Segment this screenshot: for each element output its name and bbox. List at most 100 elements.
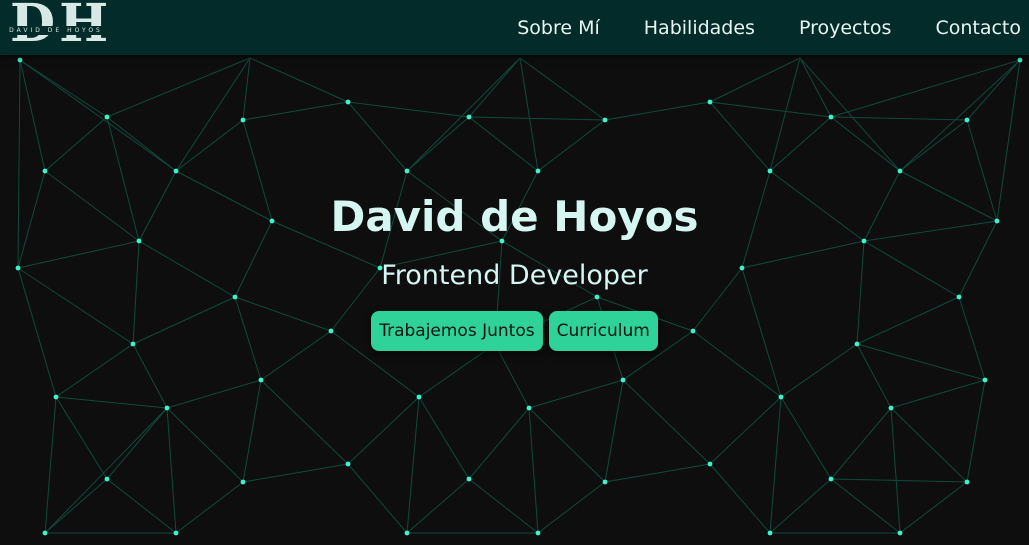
network-link	[709, 101, 832, 118]
curriculum-button[interactable]: Curriculum	[548, 311, 658, 351]
network-node	[164, 405, 170, 411]
main-nav: Sobre Mí Habilidades Proyectos Contacto	[517, 0, 1021, 55]
network-node	[767, 168, 773, 174]
network-link	[830, 116, 901, 172]
network-link	[242, 463, 349, 483]
network-node	[526, 405, 532, 411]
network-link	[966, 379, 986, 483]
network-link	[242, 379, 262, 483]
network-node	[258, 377, 264, 383]
network-link	[537, 119, 606, 172]
network-node	[240, 479, 246, 485]
network-link	[418, 396, 470, 480]
network-link	[175, 119, 244, 172]
network-link	[468, 116, 606, 121]
network-link	[830, 478, 968, 483]
network-link	[519, 57, 606, 121]
network-link	[830, 478, 901, 534]
work-together-button[interactable]: Trabajemos Juntos	[371, 311, 543, 351]
network-node	[778, 394, 784, 400]
network-node	[173, 168, 179, 174]
network-node	[897, 530, 903, 536]
network-link	[19, 59, 108, 118]
network-link	[347, 396, 420, 465]
network-link	[856, 343, 892, 409]
network-link	[55, 396, 108, 480]
network-link	[780, 396, 832, 480]
nav-link-contacto[interactable]: Contacto	[935, 17, 1021, 39]
network-link	[406, 116, 470, 172]
network-link	[175, 481, 244, 534]
network-link	[468, 116, 539, 172]
network-link	[44, 478, 108, 534]
network-link	[44, 396, 57, 534]
network-node	[707, 99, 713, 105]
network-link	[537, 481, 606, 534]
network-link	[406, 57, 521, 172]
network-link	[769, 57, 801, 172]
network-link	[468, 478, 539, 534]
network-link	[347, 101, 470, 118]
network-link	[19, 59, 46, 172]
network-link	[347, 101, 408, 172]
network-node	[1017, 57, 1023, 63]
network-link	[799, 57, 901, 172]
network-link	[106, 116, 177, 172]
network-node	[964, 479, 970, 485]
network-link	[899, 59, 1021, 172]
network-node	[767, 530, 773, 536]
hero-buttons: Trabajemos Juntos Curriculum	[0, 311, 1029, 351]
network-link	[899, 119, 968, 172]
network-node	[345, 461, 351, 467]
network-link	[468, 407, 530, 480]
network-link	[830, 407, 892, 480]
network-link	[830, 116, 968, 121]
network-link	[242, 101, 349, 121]
network-node	[602, 117, 608, 123]
network-node	[602, 479, 608, 485]
network-node	[416, 394, 422, 400]
network-link	[132, 343, 168, 409]
network-node	[53, 394, 59, 400]
page: DH DAVID DE HOYOS Sobre Mí Habilidades P…	[0, 0, 1029, 545]
network-node	[17, 57, 23, 63]
network-link	[44, 407, 168, 534]
network-node	[888, 405, 894, 411]
network-node	[466, 114, 472, 120]
network-node	[173, 530, 179, 536]
network-link	[106, 407, 168, 480]
network-link	[406, 396, 420, 534]
network-link	[106, 478, 177, 534]
network-link	[604, 379, 624, 483]
network-node	[620, 377, 626, 383]
network-link	[106, 57, 251, 118]
nav-link-habilidades[interactable]: Habilidades	[644, 17, 755, 39]
network-link	[899, 481, 968, 534]
network-link	[709, 101, 771, 172]
network-node	[345, 99, 351, 105]
network-link	[709, 463, 771, 534]
nav-link-sobre-mi[interactable]: Sobre Mí	[517, 17, 600, 39]
network-node	[42, 168, 48, 174]
network-node	[828, 114, 834, 120]
top-navbar: DH DAVID DE HOYOS Sobre Mí Habilidades P…	[0, 0, 1029, 55]
network-link	[166, 407, 244, 483]
network-link	[347, 463, 408, 534]
network-link	[55, 396, 168, 409]
network-link	[709, 57, 801, 103]
logo[interactable]: DH DAVID DE HOYOS	[8, 0, 108, 54]
network-node	[535, 168, 541, 174]
network-node	[104, 476, 110, 482]
network-node	[404, 530, 410, 536]
network-link	[249, 57, 349, 103]
network-link	[830, 59, 1021, 118]
network-link	[166, 379, 262, 409]
hero-section: David de Hoyos Frontend Developer Trabaj…	[0, 190, 1029, 351]
network-link	[604, 463, 711, 483]
network-link	[519, 57, 539, 172]
network-link	[418, 343, 496, 398]
nav-link-proyectos[interactable]: Proyectos	[799, 17, 892, 39]
network-link	[769, 116, 832, 172]
network-node	[240, 117, 246, 123]
network-link	[890, 379, 986, 409]
